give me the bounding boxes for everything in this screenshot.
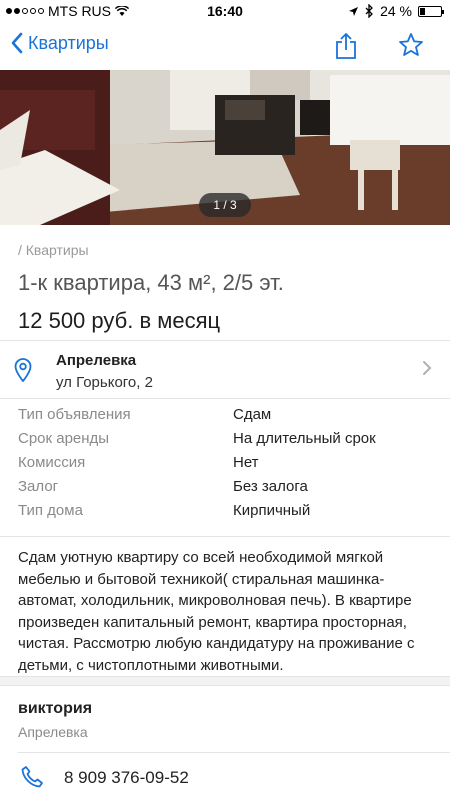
seller-city: Апрелевка	[18, 724, 88, 740]
seller-name: виктория	[18, 700, 93, 717]
battery-icon	[418, 5, 444, 17]
location-row[interactable]: Апрелевка ул Горького, 2	[0, 342, 450, 398]
location-city: Апрелевка	[56, 352, 137, 369]
param-value: Сдам	[233, 406, 272, 423]
param-value: Без залога	[233, 478, 308, 495]
status-right: 24 %	[348, 3, 444, 19]
param-value: Нет	[233, 454, 259, 471]
chevron-left-icon	[11, 32, 23, 54]
param-row: Комиссия Нет	[18, 454, 438, 478]
param-row: Залог Без залога	[18, 478, 438, 502]
divider	[18, 752, 450, 753]
param-label: Тип дома	[18, 502, 83, 519]
param-value: Кирпичный	[233, 502, 311, 519]
chevron-right-icon	[423, 361, 432, 375]
breadcrumb[interactable]: / Квартиры	[18, 242, 89, 258]
param-row: Срок аренды На длительный срок	[18, 430, 438, 454]
param-row: Тип объявления Сдам	[18, 406, 438, 430]
param-value: На длительный срок	[233, 430, 376, 447]
params-table: Тип объявления Сдам Срок аренды На длите…	[18, 406, 438, 526]
param-label: Тип объявления	[18, 406, 131, 423]
divider	[0, 536, 450, 537]
nav-bar: Квартиры	[0, 22, 450, 70]
back-button[interactable]: Квартиры	[10, 32, 109, 54]
location-arrow-icon	[349, 6, 359, 16]
listing-price: 12 500 руб. в месяц	[18, 308, 221, 333]
share-icon[interactable]	[334, 32, 358, 60]
listing-description: Сдам уютную квартиру со всей необходимой…	[18, 549, 415, 674]
param-row: Тип дома Кирпичный	[18, 502, 438, 526]
param-label: Срок аренды	[18, 430, 110, 447]
battery-level	[420, 7, 425, 15]
seller-phone[interactable]: 8 909 376-09-52	[64, 768, 189, 788]
bluetooth-icon	[365, 4, 373, 18]
divider	[0, 398, 450, 399]
listing-title: 1-к квартира, 43 м², 2/5 эт.	[18, 270, 284, 295]
phone-icon[interactable]	[20, 765, 44, 789]
status-bar: MTS RUS 16:40 24 %	[0, 0, 450, 22]
section-gap	[0, 676, 450, 686]
star-icon[interactable]	[398, 32, 424, 58]
photo-counter: 1 / 3	[199, 193, 251, 217]
battery-percent: 24 %	[380, 3, 412, 19]
param-label: Залог	[18, 478, 59, 495]
param-label: Комиссия	[18, 454, 86, 471]
location-pin-icon	[14, 358, 32, 382]
divider	[0, 340, 450, 341]
location-street: ул Горького, 2	[56, 374, 153, 391]
back-label: Квартиры	[28, 32, 109, 53]
